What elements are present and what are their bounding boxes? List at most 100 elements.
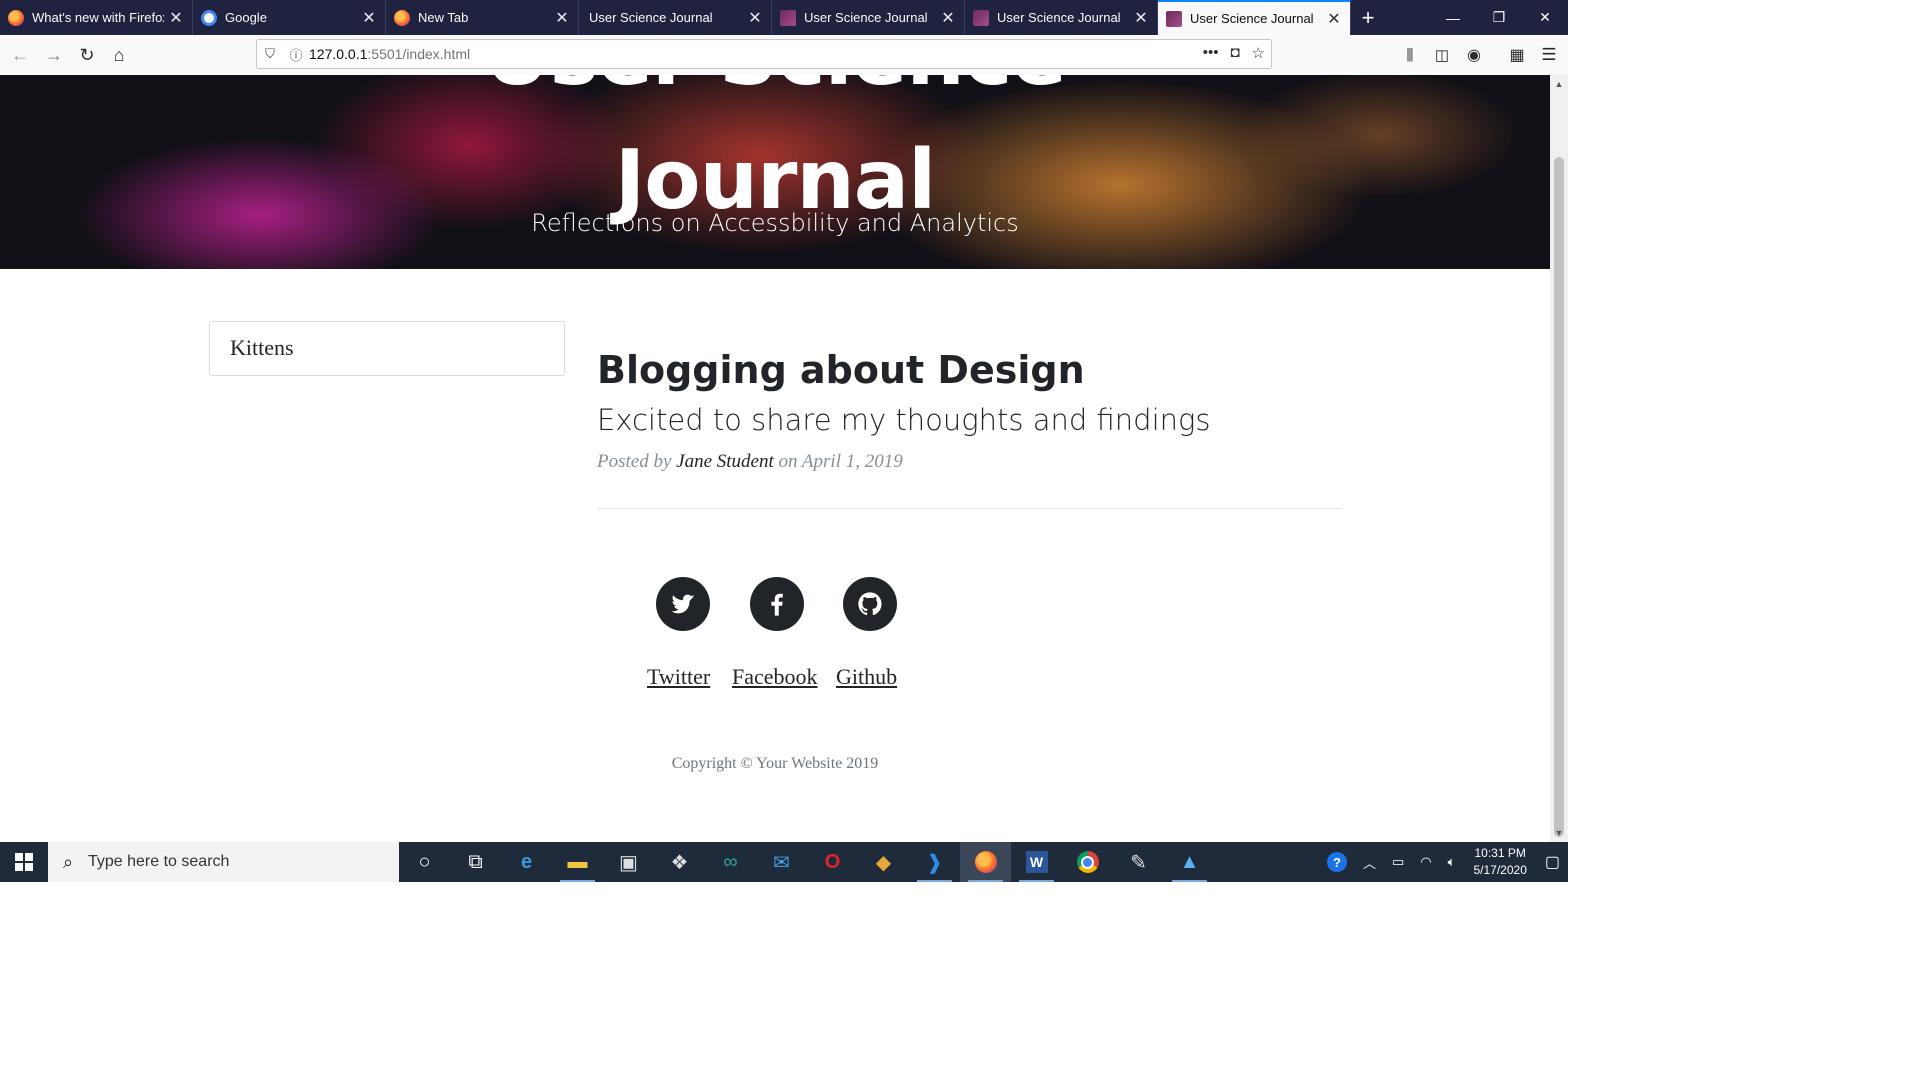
close-icon[interactable]: ✕ [936, 8, 960, 28]
close-icon[interactable]: ✕ [1129, 8, 1153, 28]
github-button[interactable] [843, 577, 897, 631]
navigation-toolbar: ← → ↻ ⌂ ⛉ ⓘ 127.0.0.1:5501/index.html ••… [0, 35, 1568, 76]
dropbox-icon[interactable]: ❖ [654, 842, 705, 882]
firefox-icon [394, 9, 410, 26]
firefox-icon [974, 851, 997, 873]
home-button[interactable]: ⌂ [105, 41, 133, 69]
close-icon[interactable]: ✕ [743, 8, 767, 28]
volume-icon[interactable]: 🔈︎ [1448, 854, 1456, 870]
tab-whats-new[interactable]: What's new with Firefox ✕ [0, 0, 193, 35]
window-controls: — ❐ ✕ [1430, 0, 1568, 35]
word-icon[interactable]: W [1011, 842, 1062, 882]
tab-new-tab[interactable]: New Tab ✕ [386, 0, 579, 35]
windows-icon [15, 853, 33, 871]
site-icon [780, 9, 796, 26]
page-header: User Science Journal Reflections on Acce… [0, 75, 1550, 269]
edge-icon[interactable]: e [501, 842, 552, 882]
store-icon[interactable]: ▣ [603, 842, 654, 882]
arduino-icon[interactable]: ∞ [705, 842, 756, 882]
git-icon[interactable]: ◆ [858, 842, 909, 882]
mail-icon[interactable]: ✉ [756, 842, 807, 882]
twitter-icon [671, 594, 695, 614]
chrome-logo [1076, 851, 1099, 873]
file-explorer-icon[interactable]: ▬ [552, 842, 603, 882]
photos-icon[interactable]: ▲ [1164, 842, 1215, 882]
url-path: :5501/index.html [367, 46, 471, 62]
tab-user-science-active[interactable]: User Science Journal ✕ [1158, 0, 1351, 35]
post-meta: Posted by Jane Student on April 1, 2019 [597, 451, 903, 473]
clock-date: 5/17/2020 [1473, 863, 1527, 877]
cortana-icon[interactable]: ○ [399, 842, 450, 882]
tab-user-science-3[interactable]: User Science Journal ✕ [965, 0, 1158, 35]
vertical-scrollbar[interactable]: ▲ ▼ [1550, 75, 1568, 842]
page-viewport: User Science Journal Reflections on Acce… [0, 75, 1550, 842]
battery-icon[interactable]: ▭ [1392, 854, 1404, 870]
task-view-icon[interactable]: ⧉ [450, 842, 501, 882]
close-icon[interactable]: ✕ [1322, 9, 1346, 29]
github-link[interactable]: Github [836, 664, 897, 690]
search-placeholder: Type here to search [88, 853, 230, 870]
vscode-icon[interactable]: ❱ [909, 842, 960, 882]
tab-user-science-1[interactable]: User Science Journal ✕ [579, 0, 772, 35]
close-icon[interactable]: ✕ [550, 8, 574, 28]
facebook-link[interactable]: Facebook [732, 664, 818, 690]
site-subheading: Reflections on Accessbility and Analytic… [531, 209, 1019, 237]
windows-taskbar: ⌕ Type here to search ○ ⧉ e ▬ ▣ ❖ ∞ ✉ O … [0, 842, 1568, 882]
close-icon[interactable]: ✕ [164, 8, 188, 28]
word-logo: W [1025, 851, 1048, 873]
start-button[interactable] [0, 842, 48, 882]
pocket-icon[interactable]: ◘ [1230, 44, 1239, 62]
notifications-icon[interactable]: ▢ [1545, 852, 1560, 872]
facebook-button[interactable] [750, 577, 804, 631]
post-title[interactable]: Blogging about Design [597, 348, 1085, 392]
post-author-link[interactable]: Jane Student [676, 451, 774, 472]
post-subtitle[interactable]: Excited to share my thoughts and finding… [597, 403, 1211, 437]
chevron-up-icon[interactable]: ︿ [1363, 853, 1376, 872]
twitter-button[interactable] [656, 577, 710, 631]
tab-google[interactable]: Google ✕ [193, 0, 386, 35]
menu-icon[interactable]: ☰ [1535, 41, 1563, 69]
account-icon[interactable]: ◉ [1460, 41, 1488, 69]
tab-title: Google [225, 10, 267, 25]
firefox-taskbar-icon[interactable] [960, 842, 1011, 882]
more-actions-icon[interactable]: ••• [1203, 44, 1219, 62]
forward-button[interactable]: → [40, 41, 68, 69]
help-icon[interactable]: ? [1327, 852, 1348, 872]
wifi-icon[interactable]: ◠ [1420, 854, 1431, 870]
sidebar-icon[interactable]: ◫ [1428, 41, 1456, 69]
taskbar-search-input[interactable]: ⌕ Type here to search [48, 842, 399, 882]
scrollbar-thumb[interactable] [1554, 157, 1564, 837]
twitter-link[interactable]: Twitter [647, 664, 710, 690]
info-icon[interactable]: ⓘ [283, 45, 309, 64]
system-tray: ? ︿ ▭ ◠ 🔈︎ 10:31 PM 5/17/2020 ▢ [1319, 842, 1568, 882]
scroll-down-icon[interactable]: ▼ [1550, 828, 1568, 838]
bookmark-star-icon[interactable]: ☆ [1252, 44, 1265, 62]
tab-title: User Science Journal [997, 10, 1121, 25]
scroll-up-icon[interactable]: ▲ [1550, 79, 1568, 89]
shield-icon[interactable]: ⛉ [257, 46, 283, 62]
firefox-icon [8, 9, 24, 26]
tab-title: User Science Journal [804, 10, 928, 25]
search-icon: ⌕ [62, 851, 74, 872]
sidebar-item-kittens[interactable]: Kittens [209, 321, 565, 376]
divider [597, 508, 1342, 509]
clock[interactable]: 10:31 PM 5/17/2020 [1473, 845, 1526, 879]
github-icon [858, 592, 882, 616]
back-button[interactable]: ← [6, 41, 34, 69]
opera-icon[interactable]: O [807, 842, 858, 882]
minimize-icon[interactable]: — [1430, 0, 1476, 35]
facebook-icon [771, 593, 783, 616]
chrome-icon[interactable] [1062, 842, 1113, 882]
url-actions: ••• ◘ ☆ [1203, 44, 1265, 62]
extensions-icon[interactable]: ▦ [1503, 41, 1531, 69]
library-icon[interactable]: ⫼ [1396, 41, 1424, 69]
reload-button[interactable]: ↻ [73, 41, 101, 69]
new-tab-button[interactable]: + [1351, 0, 1385, 35]
tab-user-science-2[interactable]: User Science Journal ✕ [772, 0, 965, 35]
restore-icon[interactable]: ❐ [1476, 0, 1522, 35]
paint-icon[interactable]: ✎ [1113, 842, 1164, 882]
clock-time: 10:31 PM [1474, 846, 1526, 860]
close-window-icon[interactable]: ✕ [1522, 0, 1568, 35]
close-icon[interactable]: ✕ [357, 8, 381, 28]
url-bar[interactable]: ⛉ ⓘ 127.0.0.1:5501/index.html ••• ◘ ☆ [256, 39, 1272, 69]
